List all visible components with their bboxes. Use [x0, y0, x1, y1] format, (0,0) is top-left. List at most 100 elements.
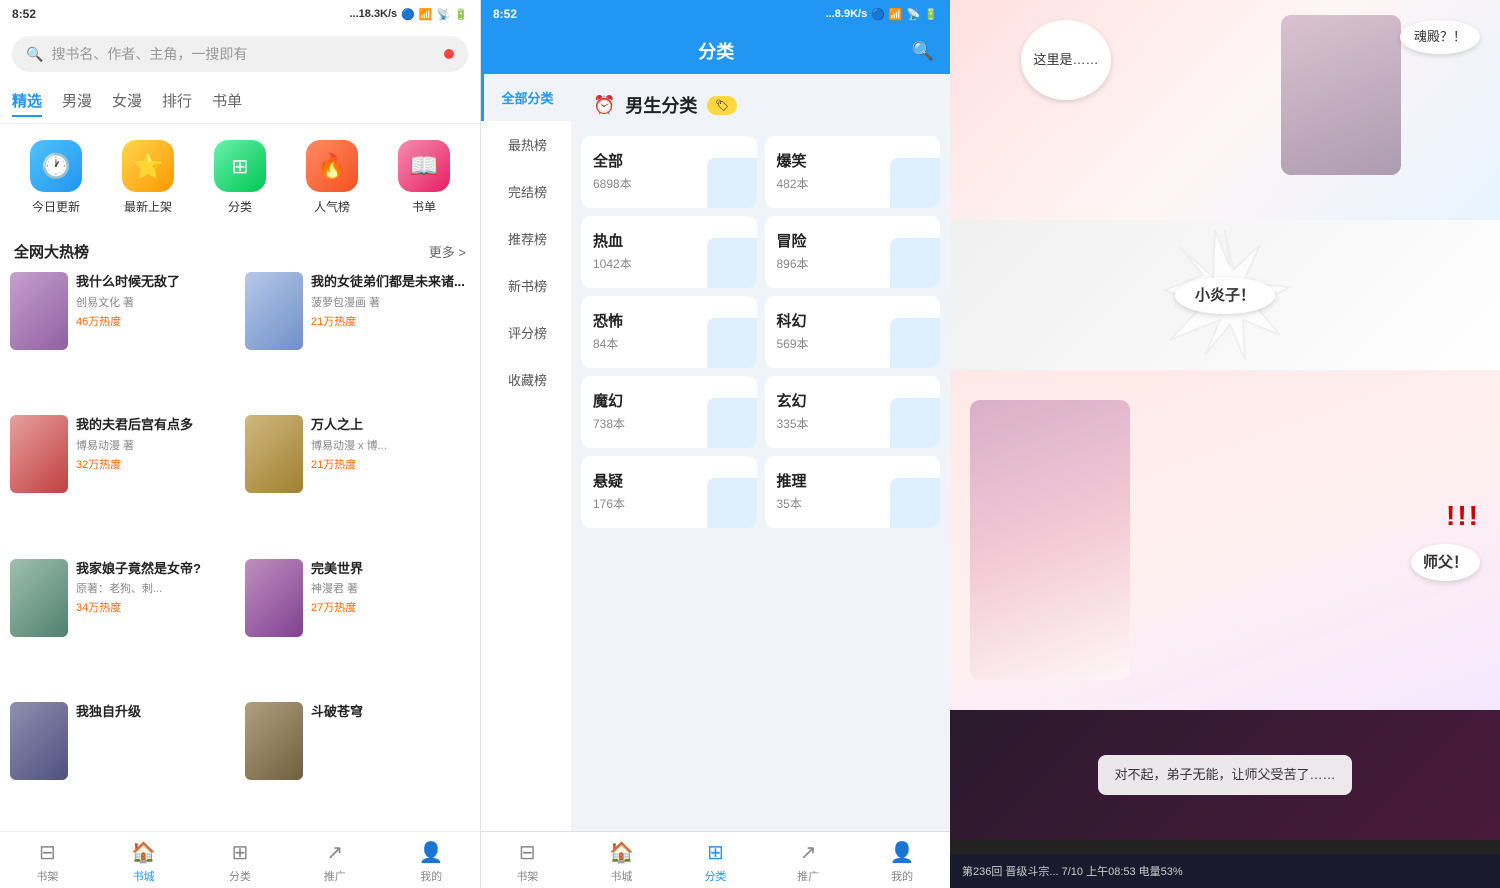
nav-bookshelf-label: 书架: [36, 868, 58, 884]
nav-profile-label: 我的: [420, 868, 442, 884]
mid-bookstore-icon: 🏠: [609, 840, 634, 865]
hot-section-title: 全网大热榜: [14, 241, 89, 262]
hot-section-header: 全网大热榜 更多 >: [0, 231, 480, 268]
book-cover-7: [245, 702, 303, 780]
search-placeholder: 搜书名、作者、主角，一搜即有: [51, 44, 436, 64]
search-record-button[interactable]: [444, 49, 454, 59]
cat-card-bg-2: [707, 238, 757, 288]
icon-new-arrivals[interactable]: ⭐ 最新上架: [122, 140, 174, 215]
mid-bottom-nav: ⊟ 书架 🏠 书城 ⊞ 分类 ↗ 推广 👤 我的: [481, 831, 950, 888]
mid-header: 分类 🔍: [481, 28, 950, 74]
manga-progress-text: 第236回 晋级斗宗... 7/10 上午08:53 电量53%: [962, 866, 1183, 878]
book-cover-4: [10, 559, 68, 637]
book-list: 我什么时候无敌了 创易文化 著 46万热度 我的女徒弟们都是未来诸... 菠萝包…: [0, 268, 480, 831]
tab-featured[interactable]: 精选: [12, 86, 42, 117]
cat-card-action[interactable]: 热血 1042本: [581, 216, 757, 288]
book-info-2: 我的夫君后宫有点多 博易动漫 著 32万热度: [76, 415, 235, 540]
char-silhouette-1: [1281, 15, 1401, 175]
cat-card-fantasy[interactable]: 玄幻 335本: [765, 376, 941, 448]
tab-ranking[interactable]: 排行: [162, 86, 192, 117]
list-item[interactable]: 我什么时候无敌了 创易文化 著 46万热度: [10, 268, 235, 401]
cat-section-header: ⏰ 男生分类 🏷: [581, 84, 940, 126]
book-author-4: 原著：老狗、刺...: [76, 580, 235, 596]
cat-card-all[interactable]: 全部 6898本: [581, 136, 757, 208]
bubble-text-1: 这里是……: [1033, 51, 1098, 69]
mid-nav-promo[interactable]: ↗ 推广: [797, 840, 819, 884]
sidebar-item-all[interactable]: 全部分类: [481, 74, 571, 121]
status-right-mid: ...8.9K/s 🔵 📶 📡 🔋: [826, 8, 938, 21]
bubble-text-2: 魂殿？！: [1414, 29, 1466, 44]
category-nav-icon: ⊞: [232, 840, 249, 865]
status-bar-mid: 8:52 ...8.9K/s 🔵 📶 📡 🔋: [481, 0, 950, 28]
sidebar-item-newbooks[interactable]: 新书榜: [481, 262, 571, 309]
nav-tabs: 精选 男漫 女漫 排行 书单: [0, 80, 480, 124]
cat-main: ⏰ 男生分类 🏷 全部 6898本 爆笑 482本 热血 1042本: [571, 74, 950, 831]
book-title-5: 完美世界: [311, 561, 470, 578]
nav-bookshelf[interactable]: ⊟ 书架: [36, 840, 58, 884]
cat-card-mystery[interactable]: 悬疑 176本: [581, 456, 757, 528]
mid-nav-bookshelf[interactable]: ⊟ 书架: [516, 840, 538, 884]
cat-card-bg-4: [707, 318, 757, 368]
icon-booklist[interactable]: 📖 书单: [398, 140, 450, 215]
search-input-wrap[interactable]: 🔍 搜书名、作者、主角，一搜即有: [12, 36, 468, 72]
manga-page-4: 对不起，弟子无能，让师父受苦了……: [950, 710, 1500, 840]
daily-update-label: 今日更新: [32, 198, 80, 215]
book-hot-3: 21万热度: [311, 456, 470, 472]
list-item[interactable]: 我的女徒弟们都是未来诸... 菠萝包漫画 著 21万热度: [245, 268, 470, 401]
sidebar-item-recommended[interactable]: 推荐榜: [481, 215, 571, 262]
mid-nav-bookstore-label: 书城: [610, 868, 632, 884]
manga-view[interactable]: 这里是…… 魂殿？！: [950, 0, 1500, 854]
sidebar-item-hottest[interactable]: 最热榜: [481, 121, 571, 168]
signal-icon-mid: 📶: [889, 8, 903, 21]
tab-female-manga[interactable]: 女漫: [112, 86, 142, 117]
manga-bottom-bar: 第236回 晋级斗宗... 7/10 上午08:53 电量53%: [950, 854, 1500, 888]
right-panel: 这里是…… 魂殿？！: [950, 0, 1500, 888]
network-mid: ...8.9K/s: [826, 8, 868, 20]
cat-card-scifi[interactable]: 科幻 569本: [765, 296, 941, 368]
sidebar-item-rated[interactable]: 评分榜: [481, 309, 571, 356]
cat-card-funny[interactable]: 爆笑 482本: [765, 136, 941, 208]
battery-mid: 🔋: [924, 8, 938, 21]
icon-popularity[interactable]: 🔥 人气榜: [306, 140, 358, 215]
mid-search-button[interactable]: 🔍: [912, 41, 934, 62]
cat-card-bg-0: [707, 158, 757, 208]
icon-category[interactable]: ⊞ 分类: [214, 140, 266, 215]
list-item[interactable]: 万人之上 博易动漫 x 博... 21万热度: [245, 411, 470, 544]
sidebar-item-completed[interactable]: 完结榜: [481, 168, 571, 215]
mid-nav-category-label: 分类: [704, 868, 726, 884]
nav-bookstore[interactable]: 🏠 书城: [131, 840, 156, 884]
list-item[interactable]: 我的夫君后宫有点多 博易动漫 著 32万热度: [10, 411, 235, 544]
mid-promo-icon: ↗: [800, 840, 817, 865]
book-info-6: 我独自升级: [76, 702, 235, 827]
sidebar-item-favorites[interactable]: 收藏榜: [481, 356, 571, 403]
bottom-nav-left: ⊟ 书架 🏠 书城 ⊞ 分类 ↗ 推广 👤 我的: [0, 831, 480, 888]
book-hot-2: 32万热度: [76, 456, 235, 472]
cat-card-magic[interactable]: 魔幻 738本: [581, 376, 757, 448]
time-mid: 8:52: [493, 7, 517, 21]
search-bar[interactable]: 🔍 搜书名、作者、主角，一搜即有: [0, 28, 480, 80]
book-info-5: 完美世界 神漫君 著 27万热度: [311, 559, 470, 684]
list-item[interactable]: 我独自升级: [10, 698, 235, 831]
nav-category-left[interactable]: ⊞ 分类: [229, 840, 251, 884]
category-layout: 全部分类 最热榜 完结榜 推荐榜 新书榜 评分榜 收藏榜 ⏰ 男生分类 🏷 全部…: [481, 74, 950, 831]
bookshelf-icon: ⊟: [39, 840, 56, 865]
cat-card-adventure[interactable]: 冒险 896本: [765, 216, 941, 288]
cat-card-detective[interactable]: 推理 35本: [765, 456, 941, 528]
new-arrivals-icon: ⭐: [122, 140, 174, 192]
mid-nav-category[interactable]: ⊞ 分类: [704, 840, 726, 884]
nav-promo[interactable]: ↗ 推广: [324, 840, 346, 884]
icon-daily-update[interactable]: 🕐 今日更新: [30, 140, 82, 215]
list-item[interactable]: 完美世界 神漫君 著 27万热度: [245, 555, 470, 688]
list-item[interactable]: 斗破苍穹: [245, 698, 470, 831]
mid-nav-profile[interactable]: 👤 我的: [890, 840, 915, 884]
tab-booklist[interactable]: 书单: [212, 86, 242, 117]
book-title-1: 我的女徒弟们都是未来诸...: [311, 274, 470, 291]
list-item[interactable]: 我家娘子竟然是女帝? 原著：老狗、刺... 34万热度: [10, 555, 235, 688]
book-hot-0: 46万热度: [76, 313, 235, 329]
booklist-label: 书单: [412, 198, 436, 215]
more-link[interactable]: 更多 >: [429, 242, 466, 261]
mid-nav-bookstore[interactable]: 🏠 书城: [609, 840, 634, 884]
nav-profile[interactable]: 👤 我的: [419, 840, 444, 884]
cat-card-horror[interactable]: 恐怖 84本: [581, 296, 757, 368]
tab-male-manga[interactable]: 男漫: [62, 86, 92, 117]
